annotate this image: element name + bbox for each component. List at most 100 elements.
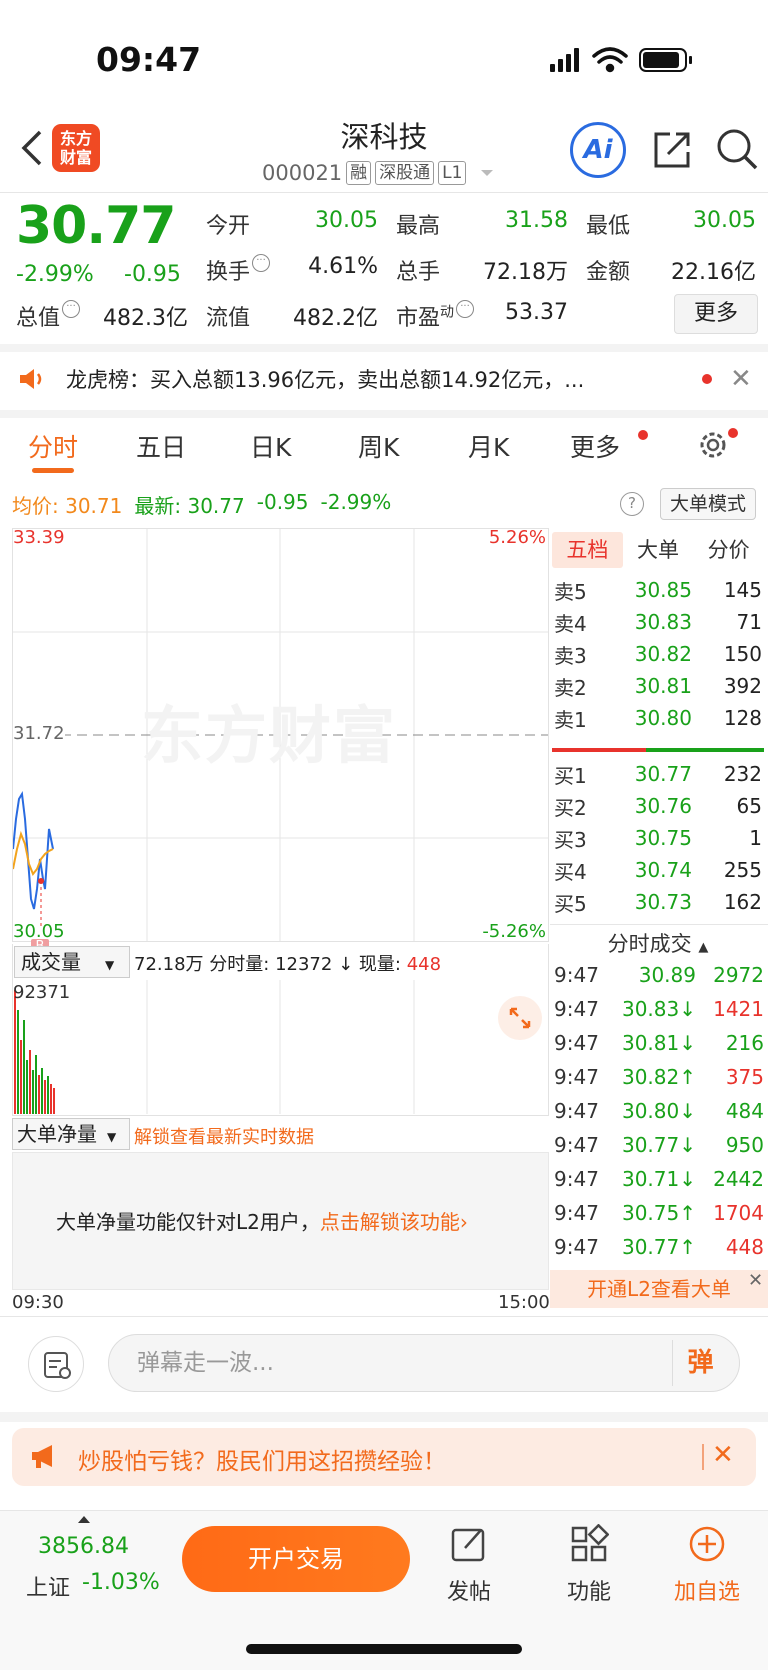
section-divider — [0, 410, 768, 418]
bid-row[interactable]: 买2 30.76 65 — [554, 790, 762, 822]
trades-title[interactable]: 分时成交 ▲ — [552, 928, 764, 958]
divider — [702, 1444, 704, 1470]
volume-value: 72.18万 — [483, 260, 568, 285]
divider — [0, 192, 768, 193]
change-percent: -2.99% — [16, 262, 94, 287]
ask-row[interactable]: 卖3 30.82 150 — [554, 638, 762, 670]
turnover-label[interactable]: 换手 ··· — [206, 254, 271, 286]
ask-row[interactable]: 卖2 30.81 392 — [554, 670, 762, 702]
tab-weekly[interactable]: 周K — [358, 428, 399, 464]
nav-add-watchlist[interactable]: 加自选 — [662, 1524, 752, 1606]
amount-value: 22.16亿 — [671, 260, 756, 285]
tag-margin: 融 — [346, 161, 372, 185]
more-button[interactable]: 更多 — [674, 294, 758, 334]
orderbook-tabs: 五档 大单 分价 — [552, 532, 764, 568]
open-label: 今开 — [206, 214, 251, 239]
low-label: 最低 — [586, 214, 631, 239]
close-icon[interactable]: ✕ — [748, 1270, 763, 1291]
news-ticker[interactable]: 龙虎榜：买入总额13.96亿元，卖出总额14.92亿元，... — [66, 364, 686, 394]
settings-dot — [728, 428, 738, 438]
volume-bars — [14, 990, 55, 1114]
pe-label[interactable]: 市盈动 ··· — [396, 300, 475, 332]
chart-bottom-pct: -5.26% — [482, 921, 546, 942]
caret-up-icon: ▲ — [698, 940, 709, 955]
battery-icon — [639, 48, 692, 72]
open-account-trade-button[interactable]: 开户交易 — [182, 1526, 410, 1592]
close-icon[interactable]: ✕ — [730, 364, 752, 394]
nav-functions[interactable]: 功能 — [544, 1523, 634, 1606]
low-value: 30.05 — [693, 208, 756, 233]
mktcap-label[interactable]: 总值 ··· — [16, 300, 81, 332]
big-order-mode-button[interactable]: 大单模式 — [660, 488, 756, 520]
ask-row[interactable]: 卖1 30.80 128 — [554, 702, 762, 734]
tag-level: L1 — [438, 161, 467, 185]
bid-row[interactable]: 买1 30.77 232 — [554, 758, 762, 790]
expand-icon[interactable] — [498, 996, 542, 1040]
caret-up-icon[interactable] — [78, 1516, 90, 1523]
index-name[interactable]: 上证 — [26, 1570, 70, 1602]
tab-big-orders[interactable]: 大单 — [623, 532, 694, 568]
section-divider — [0, 344, 768, 352]
tab-daily[interactable]: 日K — [250, 428, 291, 464]
volume-label: 总手 — [396, 260, 441, 285]
trade-row: 9:47 30.75↑ 1704 — [554, 1201, 764, 1225]
net-selector[interactable]: 大单净量 ▼ — [12, 1118, 130, 1150]
barrage-send-button[interactable]: 弹 — [672, 1340, 728, 1386]
turnover-value: 4.61% — [308, 254, 378, 279]
index-value[interactable]: 3856.84 — [38, 1534, 129, 1559]
tab-more[interactable]: 更多 — [570, 428, 620, 464]
share-icon[interactable] — [650, 128, 694, 172]
open-value: 30.05 — [315, 208, 378, 233]
bid-row[interactable]: 买5 30.73 162 — [554, 886, 762, 918]
gear-icon[interactable] — [696, 428, 730, 462]
chart-top-price: 33.39 — [13, 527, 65, 548]
divider — [550, 924, 768, 925]
barrage-toggle-icon[interactable] — [28, 1336, 84, 1392]
time-axis-end: 15:00 — [498, 1292, 550, 1313]
status-icons — [550, 47, 692, 73]
volume-info: 72.18万 分时量: 12372 ↓ 现量: 448 — [134, 954, 442, 975]
change-amount: -0.95 — [124, 262, 181, 287]
bid-row[interactable]: 买4 30.74 255 — [554, 854, 762, 886]
unlock-link[interactable]: 解锁查看最新实时数据 — [134, 1123, 314, 1149]
barrage-input[interactable]: 弹幕走一波... — [108, 1334, 740, 1392]
tab-5day[interactable]: 五日 — [136, 428, 186, 464]
net-volume-message: 大单净量功能仅针对L2用户，点击解锁该功能› — [56, 1210, 468, 1234]
ai-button[interactable]: Ai — [570, 122, 626, 178]
status-time: 09:47 — [96, 40, 202, 79]
info-dots-icon: ··· — [456, 300, 475, 318]
chevron-right-icon: › — [459, 1210, 468, 1234]
intraday-chart[interactable]: 东方财富 33.39 5.26% 31.72 30.05 -5.26% B — [12, 527, 549, 955]
info-dots-icon: ··· — [252, 254, 271, 272]
unread-dot — [702, 374, 712, 384]
nav-post[interactable]: 发帖 — [424, 1524, 514, 1606]
stock-meta[interactable]: 000021 融 深股通 L1 — [262, 158, 496, 188]
edit-icon — [451, 1528, 485, 1562]
help-icon[interactable]: ? — [620, 492, 644, 516]
index-change[interactable]: -1.03% — [82, 1570, 160, 1595]
caret-down-icon: ▼ — [107, 1130, 117, 1144]
latest-pct: -2.99% — [320, 490, 392, 514]
ask-row[interactable]: 卖5 30.85 145 — [554, 574, 762, 606]
unlock-feature-link[interactable]: 点击解锁该功能 — [320, 1210, 460, 1234]
price-info-row: 均价: 30.71 最新: 30.77 -0.95 -2.99% — [12, 490, 392, 518]
volume-chart[interactable]: 92371 — [12, 980, 549, 1116]
tab-monthly[interactable]: 月K — [468, 428, 509, 464]
tab-five-levels[interactable]: 五档 — [552, 532, 623, 568]
l2-upgrade-banner[interactable]: 开通L2查看大单 — [550, 1270, 768, 1308]
promo-text[interactable]: 炒股怕亏钱？股民们用这招攒经验！ — [78, 1442, 446, 1476]
float-label: 流值 — [206, 306, 251, 331]
home-indicator — [246, 1644, 522, 1654]
tab-price-dist[interactable]: 分价 — [693, 532, 764, 568]
search-icon[interactable] — [714, 126, 760, 172]
bid-row[interactable]: 买3 30.75 1 — [554, 822, 762, 854]
tab-intraday[interactable]: 分时 — [28, 428, 78, 464]
close-icon[interactable]: ✕ — [712, 1440, 734, 1470]
volume-max: 92371 — [13, 982, 71, 1003]
ask-row[interactable]: 卖4 30.83 71 — [554, 606, 762, 638]
mktcap-value: 482.3亿 — [103, 306, 188, 331]
tab-more-dot — [638, 430, 648, 440]
latest-change: -0.95 — [256, 490, 309, 514]
volume-selector[interactable]: 成交量 ▼ — [14, 946, 130, 978]
add-circle-icon — [689, 1526, 725, 1562]
